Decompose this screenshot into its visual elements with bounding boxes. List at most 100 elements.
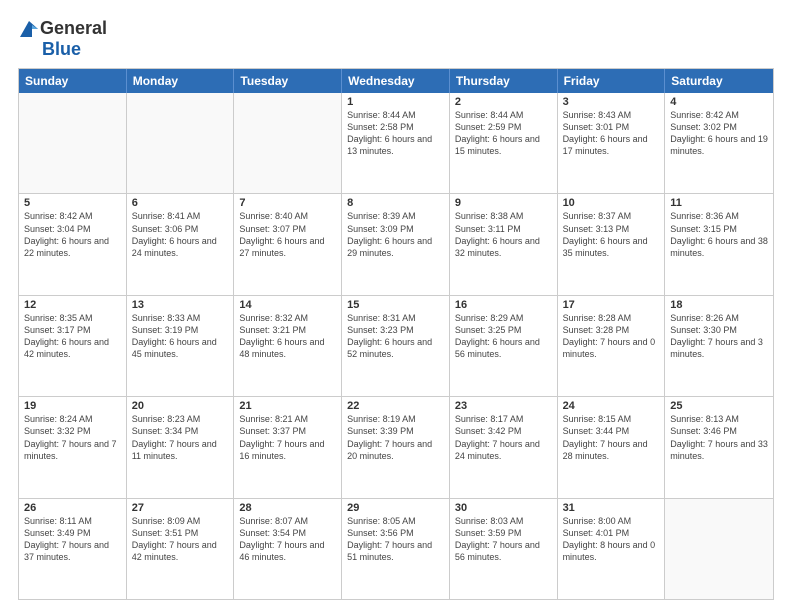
cell-info: Sunrise: 8:23 AMSunset: 3:34 PMDaylight:… — [132, 413, 229, 462]
cell-day-number: 14 — [239, 299, 336, 311]
cell-day-number: 1 — [347, 96, 444, 108]
cell-day-number: 22 — [347, 400, 444, 412]
calendar-cell: 7Sunrise: 8:40 AMSunset: 3:07 PMDaylight… — [234, 194, 342, 294]
week-row: 1Sunrise: 8:44 AMSunset: 2:58 PMDaylight… — [19, 93, 773, 194]
calendar-cell — [234, 93, 342, 193]
cell-info: Sunrise: 8:35 AMSunset: 3:17 PMDaylight:… — [24, 312, 121, 361]
week-row: 5Sunrise: 8:42 AMSunset: 3:04 PMDaylight… — [19, 194, 773, 295]
weeks-container: 1Sunrise: 8:44 AMSunset: 2:58 PMDaylight… — [19, 93, 773, 599]
cell-day-number: 28 — [239, 502, 336, 514]
cell-info: Sunrise: 8:40 AMSunset: 3:07 PMDaylight:… — [239, 210, 336, 259]
cell-info: Sunrise: 8:44 AMSunset: 2:59 PMDaylight:… — [455, 109, 552, 158]
calendar-cell: 5Sunrise: 8:42 AMSunset: 3:04 PMDaylight… — [19, 194, 127, 294]
calendar-cell: 1Sunrise: 8:44 AMSunset: 2:58 PMDaylight… — [342, 93, 450, 193]
cell-info: Sunrise: 8:29 AMSunset: 3:25 PMDaylight:… — [455, 312, 552, 361]
cell-info: Sunrise: 8:19 AMSunset: 3:39 PMDaylight:… — [347, 413, 444, 462]
cell-day-number: 20 — [132, 400, 229, 412]
day-header: Friday — [558, 69, 666, 93]
calendar-cell: 30Sunrise: 8:03 AMSunset: 3:59 PMDayligh… — [450, 499, 558, 599]
cell-day-number: 15 — [347, 299, 444, 311]
calendar-cell: 20Sunrise: 8:23 AMSunset: 3:34 PMDayligh… — [127, 397, 235, 497]
cell-day-number: 7 — [239, 197, 336, 209]
calendar-cell: 4Sunrise: 8:42 AMSunset: 3:02 PMDaylight… — [665, 93, 773, 193]
calendar-cell: 15Sunrise: 8:31 AMSunset: 3:23 PMDayligh… — [342, 296, 450, 396]
cell-info: Sunrise: 8:26 AMSunset: 3:30 PMDaylight:… — [670, 312, 768, 361]
day-header: Tuesday — [234, 69, 342, 93]
calendar-cell: 9Sunrise: 8:38 AMSunset: 3:11 PMDaylight… — [450, 194, 558, 294]
cell-day-number: 9 — [455, 197, 552, 209]
day-header: Wednesday — [342, 69, 450, 93]
calendar-cell — [665, 499, 773, 599]
calendar-cell: 21Sunrise: 8:21 AMSunset: 3:37 PMDayligh… — [234, 397, 342, 497]
cell-day-number: 30 — [455, 502, 552, 514]
calendar-cell: 19Sunrise: 8:24 AMSunset: 3:32 PMDayligh… — [19, 397, 127, 497]
cell-day-number: 4 — [670, 96, 768, 108]
cell-day-number: 27 — [132, 502, 229, 514]
cell-info: Sunrise: 8:39 AMSunset: 3:09 PMDaylight:… — [347, 210, 444, 259]
calendar-cell: 29Sunrise: 8:05 AMSunset: 3:56 PMDayligh… — [342, 499, 450, 599]
calendar-cell: 26Sunrise: 8:11 AMSunset: 3:49 PMDayligh… — [19, 499, 127, 599]
cell-info: Sunrise: 8:44 AMSunset: 2:58 PMDaylight:… — [347, 109, 444, 158]
cell-info: Sunrise: 8:24 AMSunset: 3:32 PMDaylight:… — [24, 413, 121, 462]
cell-info: Sunrise: 8:13 AMSunset: 3:46 PMDaylight:… — [670, 413, 768, 462]
cell-day-number: 26 — [24, 502, 121, 514]
day-headers-row: SundayMondayTuesdayWednesdayThursdayFrid… — [19, 69, 773, 93]
cell-day-number: 8 — [347, 197, 444, 209]
calendar-cell: 18Sunrise: 8:26 AMSunset: 3:30 PMDayligh… — [665, 296, 773, 396]
calendar-cell: 11Sunrise: 8:36 AMSunset: 3:15 PMDayligh… — [665, 194, 773, 294]
day-header: Saturday — [665, 69, 773, 93]
cell-day-number: 23 — [455, 400, 552, 412]
page: General Blue SundayMondayTuesdayWednesda… — [0, 0, 792, 612]
cell-day-number: 19 — [24, 400, 121, 412]
calendar-cell: 8Sunrise: 8:39 AMSunset: 3:09 PMDaylight… — [342, 194, 450, 294]
cell-info: Sunrise: 8:41 AMSunset: 3:06 PMDaylight:… — [132, 210, 229, 259]
header: General Blue — [18, 18, 774, 60]
cell-day-number: 25 — [670, 400, 768, 412]
cell-info: Sunrise: 8:09 AMSunset: 3:51 PMDaylight:… — [132, 515, 229, 564]
day-header: Monday — [127, 69, 235, 93]
calendar-cell: 2Sunrise: 8:44 AMSunset: 2:59 PMDaylight… — [450, 93, 558, 193]
cell-info: Sunrise: 8:43 AMSunset: 3:01 PMDaylight:… — [563, 109, 660, 158]
cell-info: Sunrise: 8:11 AMSunset: 3:49 PMDaylight:… — [24, 515, 121, 564]
cell-day-number: 13 — [132, 299, 229, 311]
cell-day-number: 2 — [455, 96, 552, 108]
week-row: 12Sunrise: 8:35 AMSunset: 3:17 PMDayligh… — [19, 296, 773, 397]
cell-info: Sunrise: 8:42 AMSunset: 3:02 PMDaylight:… — [670, 109, 768, 158]
calendar-cell — [19, 93, 127, 193]
calendar-cell: 10Sunrise: 8:37 AMSunset: 3:13 PMDayligh… — [558, 194, 666, 294]
cell-day-number: 29 — [347, 502, 444, 514]
logo-blue-text: Blue — [42, 39, 81, 60]
calendar-cell: 6Sunrise: 8:41 AMSunset: 3:06 PMDaylight… — [127, 194, 235, 294]
cell-info: Sunrise: 8:07 AMSunset: 3:54 PMDaylight:… — [239, 515, 336, 564]
calendar-cell: 14Sunrise: 8:32 AMSunset: 3:21 PMDayligh… — [234, 296, 342, 396]
cell-day-number: 3 — [563, 96, 660, 108]
calendar-cell — [127, 93, 235, 193]
cell-info: Sunrise: 8:36 AMSunset: 3:15 PMDaylight:… — [670, 210, 768, 259]
day-header: Thursday — [450, 69, 558, 93]
calendar-cell: 31Sunrise: 8:00 AMSunset: 4:01 PMDayligh… — [558, 499, 666, 599]
cell-info: Sunrise: 8:33 AMSunset: 3:19 PMDaylight:… — [132, 312, 229, 361]
week-row: 26Sunrise: 8:11 AMSunset: 3:49 PMDayligh… — [19, 499, 773, 599]
calendar-cell: 16Sunrise: 8:29 AMSunset: 3:25 PMDayligh… — [450, 296, 558, 396]
cell-day-number: 12 — [24, 299, 121, 311]
calendar-cell: 23Sunrise: 8:17 AMSunset: 3:42 PMDayligh… — [450, 397, 558, 497]
logo-general-text: General — [40, 18, 107, 39]
cell-day-number: 6 — [132, 197, 229, 209]
cell-day-number: 11 — [670, 197, 768, 209]
cell-info: Sunrise: 8:32 AMSunset: 3:21 PMDaylight:… — [239, 312, 336, 361]
cell-day-number: 5 — [24, 197, 121, 209]
calendar-cell: 27Sunrise: 8:09 AMSunset: 3:51 PMDayligh… — [127, 499, 235, 599]
cell-day-number: 31 — [563, 502, 660, 514]
calendar-cell: 25Sunrise: 8:13 AMSunset: 3:46 PMDayligh… — [665, 397, 773, 497]
calendar-cell: 17Sunrise: 8:28 AMSunset: 3:28 PMDayligh… — [558, 296, 666, 396]
calendar-cell: 28Sunrise: 8:07 AMSunset: 3:54 PMDayligh… — [234, 499, 342, 599]
day-header: Sunday — [19, 69, 127, 93]
cell-info: Sunrise: 8:37 AMSunset: 3:13 PMDaylight:… — [563, 210, 660, 259]
cell-info: Sunrise: 8:17 AMSunset: 3:42 PMDaylight:… — [455, 413, 552, 462]
cell-info: Sunrise: 8:28 AMSunset: 3:28 PMDaylight:… — [563, 312, 660, 361]
logo: General Blue — [18, 18, 107, 60]
calendar-cell: 22Sunrise: 8:19 AMSunset: 3:39 PMDayligh… — [342, 397, 450, 497]
calendar-cell: 24Sunrise: 8:15 AMSunset: 3:44 PMDayligh… — [558, 397, 666, 497]
week-row: 19Sunrise: 8:24 AMSunset: 3:32 PMDayligh… — [19, 397, 773, 498]
logo-icon — [18, 19, 40, 39]
